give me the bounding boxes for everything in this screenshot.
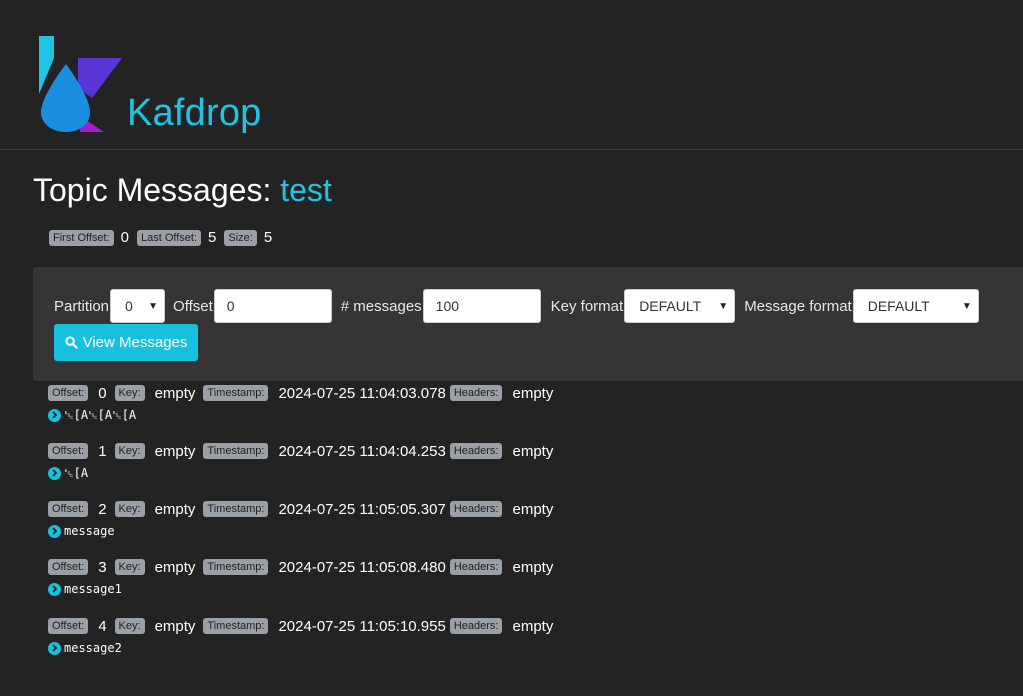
last-offset-value: 5 (208, 229, 217, 246)
topic-summary: First Offset: 0 Last Offset: 5 Size: 5 (49, 229, 280, 246)
chevron-down-icon: ▼ (148, 300, 159, 312)
message-format-select-value: DEFAULT (867, 298, 930, 314)
chevron-right-icon[interactable] (48, 466, 61, 480)
message-timestamp: 2024-07-25 11:04:04.253 (278, 442, 446, 460)
size-badge: Size: (224, 229, 257, 246)
chevron-right-icon[interactable] (48, 524, 61, 538)
key-badge: Key: (114, 385, 145, 401)
message-value-row: ␛[A (48, 464, 561, 482)
message-headers: empty (512, 442, 554, 460)
message-headers: empty (512, 558, 554, 576)
offset-badge: Offset: (48, 618, 89, 634)
message-item: Offset: 2 Key: empty Timestamp: 2024-07-… (48, 498, 561, 540)
message-value-row: message2 (48, 639, 561, 657)
key-badge: Key: (114, 443, 145, 459)
messages-count-label: # messages (340, 297, 422, 315)
chevron-down-icon: ▼ (718, 300, 729, 312)
message-value: ␛[A (64, 465, 89, 480)
message-offset: 3 (98, 558, 107, 576)
offset-badge: Offset: (48, 443, 89, 459)
message-offset: 2 (98, 500, 107, 518)
partition-select[interactable]: 0 ▼ (110, 289, 166, 323)
timestamp-badge: Timestamp: (203, 618, 269, 634)
message-timestamp: 2024-07-25 11:05:08.480 (278, 558, 446, 576)
message-key: empty (154, 384, 196, 402)
size-value: 5 (263, 229, 273, 246)
timestamp-badge: Timestamp: (203, 385, 269, 401)
key-badge: Key: (114, 559, 145, 575)
message-offset: 1 (98, 442, 107, 460)
message-item: Offset: 1 Key: empty Timestamp: 2024-07-… (48, 440, 561, 482)
message-key: empty (154, 500, 196, 518)
message-format-select[interactable]: DEFAULT ▼ (852, 289, 979, 323)
headers-badge: Headers: (449, 443, 503, 459)
message-timestamp: 2024-07-25 11:05:10.955 (278, 617, 446, 635)
timestamp-badge: Timestamp: (203, 443, 269, 459)
search-icon (64, 336, 78, 349)
headers-badge: Headers: (449, 501, 503, 517)
view-messages-button[interactable]: View Messages (54, 324, 198, 361)
message-value-row: ␛[A␛[A␛[A (48, 406, 561, 424)
topic-name: test (280, 172, 332, 208)
first-offset-value: 0 (120, 229, 129, 246)
headers-badge: Headers: (449, 385, 503, 401)
chevron-right-icon[interactable] (48, 582, 61, 596)
offset-label: Offset (173, 297, 213, 315)
message-meta: Offset: 2 Key: empty Timestamp: 2024-07-… (48, 498, 561, 520)
key-format-label: Key format (550, 297, 624, 315)
filter-row: Partition 0 ▼ Offset 0 # messages 100 Ke… (54, 289, 979, 323)
headers-badge: Headers: (449, 559, 503, 575)
partition-label: Partition (54, 297, 110, 315)
page-title-prefix: Topic Messages: (33, 172, 272, 208)
message-value: message2 (64, 641, 122, 655)
message-filter-form: Partition 0 ▼ Offset 0 # messages 100 Ke… (33, 267, 1023, 381)
key-format-select-value: DEFAULT (639, 298, 702, 314)
offset-badge: Offset: (48, 501, 89, 517)
app-header: Kafdrop (0, 0, 1023, 150)
chevron-right-icon[interactable] (48, 408, 61, 422)
message-value: ␛[A␛[A␛[A (64, 407, 137, 422)
message-headers: empty (512, 500, 554, 518)
brand-name[interactable]: Kafdrop (127, 92, 262, 135)
message-item: Offset: 4 Key: empty Timestamp: 2024-07-… (48, 615, 561, 657)
message-value: message (64, 524, 115, 538)
message-key: empty (154, 617, 196, 635)
message-headers: empty (512, 384, 554, 402)
message-meta: Offset: 3 Key: empty Timestamp: 2024-07-… (48, 556, 561, 578)
message-key: empty (154, 558, 196, 576)
key-format-select[interactable]: DEFAULT ▼ (624, 289, 736, 323)
message-meta: Offset: 4 Key: empty Timestamp: 2024-07-… (48, 615, 561, 637)
message-value-row: message (48, 522, 561, 540)
first-offset-badge: First Offset: (49, 229, 114, 246)
timestamp-badge: Timestamp: (203, 559, 269, 575)
key-badge: Key: (114, 618, 145, 634)
kafdrop-logo-icon[interactable] (36, 36, 126, 136)
message-timestamp: 2024-07-25 11:05:05.307 (278, 500, 446, 518)
offset-input[interactable]: 0 (213, 289, 332, 323)
partition-select-value: 0 (125, 298, 133, 314)
offset-badge: Offset: (48, 385, 89, 401)
message-offset: 0 (98, 384, 107, 402)
offset-badge: Offset: (48, 559, 89, 575)
message-value: message1 (64, 582, 122, 596)
message-timestamp: 2024-07-25 11:04:03.078 (278, 384, 446, 402)
message-value-row: message1 (48, 580, 561, 598)
last-offset-badge: Last Offset: (136, 229, 202, 246)
message-format-label: Message format (744, 297, 852, 315)
message-meta: Offset: 1 Key: empty Timestamp: 2024-07-… (48, 440, 561, 462)
message-item: Offset: 0 Key: empty Timestamp: 2024-07-… (48, 382, 561, 424)
page-title: Topic Messages: test (33, 172, 332, 209)
message-item: Offset: 3 Key: empty Timestamp: 2024-07-… (48, 556, 561, 598)
message-headers: empty (512, 617, 554, 635)
message-meta: Offset: 0 Key: empty Timestamp: 2024-07-… (48, 382, 561, 404)
chevron-down-icon: ▼ (961, 300, 972, 312)
message-key: empty (154, 442, 196, 460)
chevron-right-icon[interactable] (48, 641, 61, 655)
message-offset: 4 (98, 617, 107, 635)
key-badge: Key: (114, 501, 145, 517)
headers-badge: Headers: (449, 618, 503, 634)
view-messages-label: View Messages (82, 334, 188, 351)
timestamp-badge: Timestamp: (203, 501, 269, 517)
messages-count-input[interactable]: 100 (422, 289, 541, 323)
